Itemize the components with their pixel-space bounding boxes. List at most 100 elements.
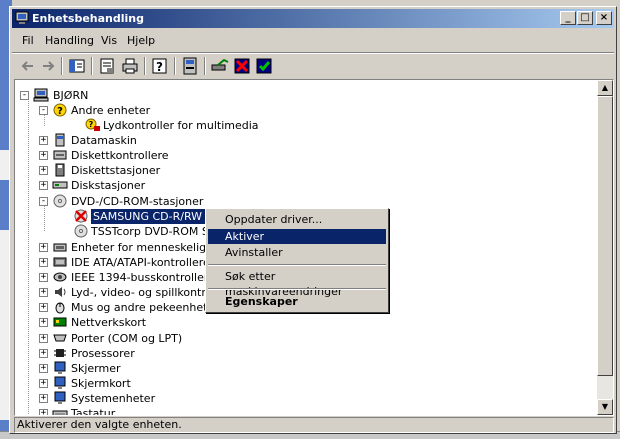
expand-icon[interactable]: + [39,349,48,358]
properties-icon[interactable] [97,56,117,76]
sound-icon [55,287,66,297]
expand-icon[interactable]: + [39,151,48,160]
expand-icon[interactable]: + [39,166,48,175]
print-icon[interactable] [120,56,140,76]
warning-device-icon: ? [85,118,100,131]
tree-connector [28,94,29,415]
ide-controller-icon [53,257,67,267]
context-menu: Oppdater driver... Aktiver Avinstaller S… [205,208,389,313]
toolbar-separator [204,57,206,75]
tree-label: Skjermkort [71,377,131,390]
disk-drive-icon [52,181,68,189]
floppy-controller-icon [53,150,67,160]
title-bar[interactable]: Enhetsbehandling _ □ × [12,9,614,28]
monitor-icon [54,361,66,374]
expand-icon[interactable]: + [39,379,48,388]
floppy-drive-icon [55,163,65,177]
processor-icon [54,349,66,357]
update-driver-icon[interactable] [254,56,274,76]
menu-view[interactable]: Vis [101,34,117,47]
window-title: Enhetsbehandling [32,12,144,25]
collapse-icon[interactable]: - [39,106,48,115]
close-button[interactable]: × [596,11,612,25]
ieee1394-icon [53,272,67,282]
menu-update-driver[interactable]: Oppdater driver... [208,212,386,227]
menu-separator [208,264,386,266]
minimize-button[interactable]: _ [560,11,576,25]
tree-label: Nettverkskort [71,316,147,329]
expand-icon[interactable]: + [39,394,48,403]
expand-icon[interactable]: + [39,409,48,415]
tree-label: Andre enheter [71,104,151,117]
disabled-device-icon [74,209,88,223]
scroll-down-icon[interactable]: ▼ [597,399,613,415]
tree-label: Systemenheter [71,392,156,405]
expand-icon[interactable]: + [39,136,48,145]
scroll-up-icon[interactable]: ▲ [597,80,613,96]
mouse-icon [55,302,65,314]
tree-label: Porter (COM og LPT) [71,332,183,345]
collapse-icon[interactable]: - [39,197,48,206]
menu-properties[interactable]: Egenskaper [208,294,386,309]
tree-label: IDE ATA/ATAPI-kontrollere [71,256,210,269]
status-bar: Aktiverer den valgte enheten. [14,417,614,433]
toolbar-separator [61,57,63,75]
menu-scan-hardware[interactable]: Søk etter maskinvareendringer [208,269,386,298]
tree-label: Diskstasjoner [71,179,146,192]
svg-text:?: ? [57,106,63,117]
scan-hardware-icon[interactable] [210,56,230,76]
expand-icon[interactable]: + [39,258,48,267]
menu-file[interactable]: Fil [22,34,34,47]
tree-label: Lydkontroller for multimedia [103,119,259,132]
expand-icon[interactable]: + [39,288,48,297]
menu-enable[interactable]: Aktiver [208,229,386,244]
help-icon[interactable]: ? [150,56,170,76]
device-manager-icon [15,11,29,24]
port-icon [53,334,67,342]
menu-separator [208,288,386,290]
console-tree-icon[interactable] [67,56,87,76]
menu-help[interactable]: Hjelp [127,34,155,47]
tree-label: Tastatur [71,407,116,416]
question-device-icon: ? [53,103,67,117]
computer-icon[interactable] [180,56,200,76]
tree-label: Prosessorer [71,347,135,360]
cd-rom-icon [74,224,88,238]
keyboard-icon [52,410,68,415]
toolbar-separator [174,57,176,75]
menu-uninstall[interactable]: Avinstaller [208,245,386,260]
tree-label: Diskettstasjoner [71,164,161,177]
expand-icon[interactable]: + [39,364,48,373]
expand-icon[interactable]: + [39,318,48,327]
expand-icon[interactable]: + [39,181,48,190]
toolbar-separator [91,57,93,75]
toolbar-separator [144,57,146,75]
expand-icon[interactable]: + [39,243,48,252]
tree-label: Datamaskin [71,134,137,147]
svg-text:?: ? [156,60,163,74]
menu-action[interactable]: Handling [45,34,94,47]
maximize-button[interactable]: □ [577,11,593,25]
expand-icon[interactable]: + [39,303,48,312]
tree-label: BJØRN [53,89,89,102]
back-icon[interactable] [18,56,38,76]
toolbar: ? [12,54,614,78]
vertical-scrollbar[interactable]: ▲ ▼ [597,80,613,415]
collapse-icon[interactable]: - [20,91,29,100]
menu-bar: Fil Handling Vis Hjelp [12,31,614,51]
tree-label: IEEE 1394-busskontroller [71,271,209,284]
computer-icon [55,133,65,147]
cd-rom-icon [53,194,67,208]
network-adapter-icon [53,317,67,327]
expand-icon[interactable]: + [39,334,48,343]
forward-icon[interactable] [38,56,58,76]
tree-label: Skjermer [71,362,121,375]
hid-icon [53,243,67,252]
scroll-thumb[interactable] [597,96,613,376]
tree-label: Mus og andre pekeenheter [71,301,219,314]
uninstall-icon[interactable] [232,56,252,76]
system-device-icon [54,391,66,404]
tree-label: DVD-/CD-ROM-stasjoner [71,195,204,208]
expand-icon[interactable]: + [39,273,48,282]
computer-icon [33,88,49,102]
